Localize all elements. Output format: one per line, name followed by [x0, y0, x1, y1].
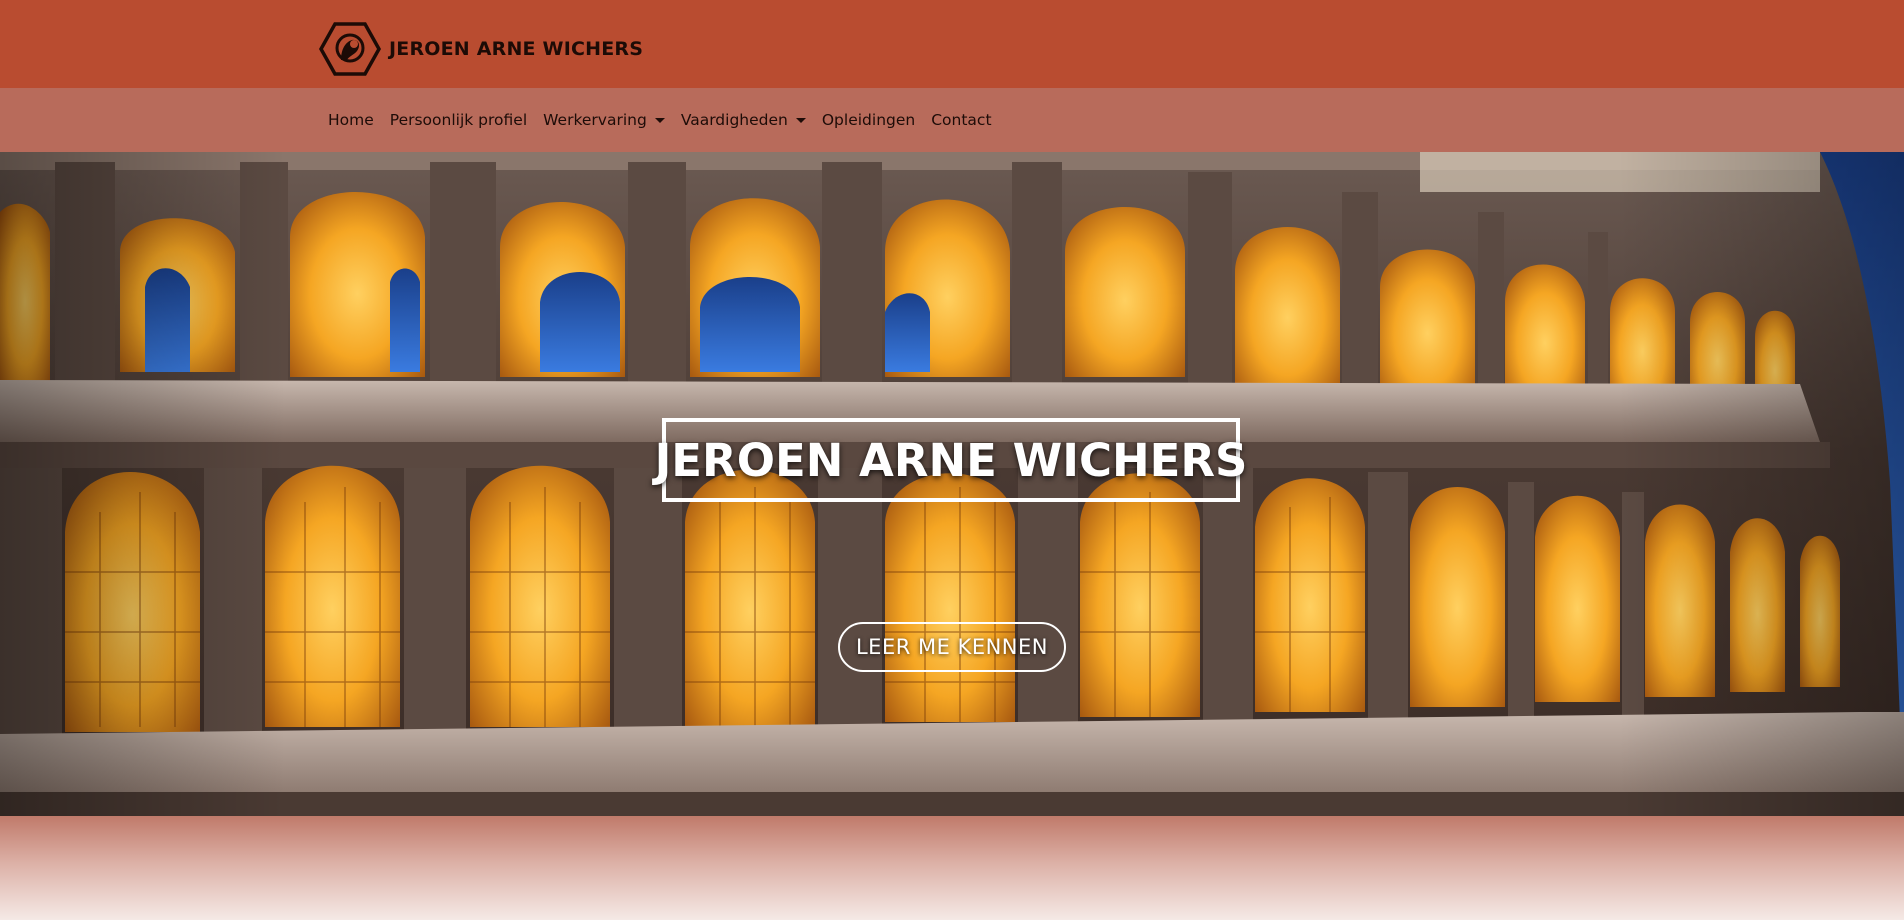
caret-down-icon [795, 117, 806, 123]
section-fade-divider [0, 816, 1904, 920]
nav-item-persoonlijk-profiel[interactable]: Persoonlijk profiel [382, 111, 535, 129]
leer-me-kennen-button[interactable]: LEER ME KENNEN [838, 622, 1066, 672]
nav-item-werkervaring[interactable]: Werkervaring [535, 111, 673, 129]
top-header: JEROEN ARNE WICHERS [0, 0, 1904, 88]
nav-item-label: Persoonlijk profiel [389, 111, 528, 129]
main-navbar: Home Persoonlijk profiel Werkervaring Va… [0, 88, 1904, 152]
nav-list: Home Persoonlijk profiel Werkervaring Va… [320, 88, 1000, 152]
nav-item-contact[interactable]: Contact [923, 111, 999, 129]
nav-item-label: Contact [931, 111, 992, 129]
brand-logo-link[interactable]: JEROEN ARNE WICHERS [319, 22, 643, 76]
nav-item-label: Opleidingen [821, 111, 916, 129]
caret-down-icon [654, 117, 665, 123]
nav-item-vaardigheden[interactable]: Vaardigheden [673, 111, 814, 129]
nav-item-home[interactable]: Home [320, 111, 382, 129]
nav-item-opleidingen[interactable]: Opleidingen [814, 111, 923, 129]
nav-item-label: Werkervaring [543, 111, 647, 129]
hero-section: JEROEN ARNE WICHERS LEER ME KENNEN [0, 152, 1904, 816]
hexagon-profile-icon [319, 22, 381, 76]
hero-title: JEROEN ARNE WICHERS [655, 418, 1247, 502]
nav-item-label: Home [328, 111, 374, 129]
nav-item-label: Vaardigheden [680, 111, 788, 129]
brand-name: JEROEN ARNE WICHERS [389, 38, 644, 60]
